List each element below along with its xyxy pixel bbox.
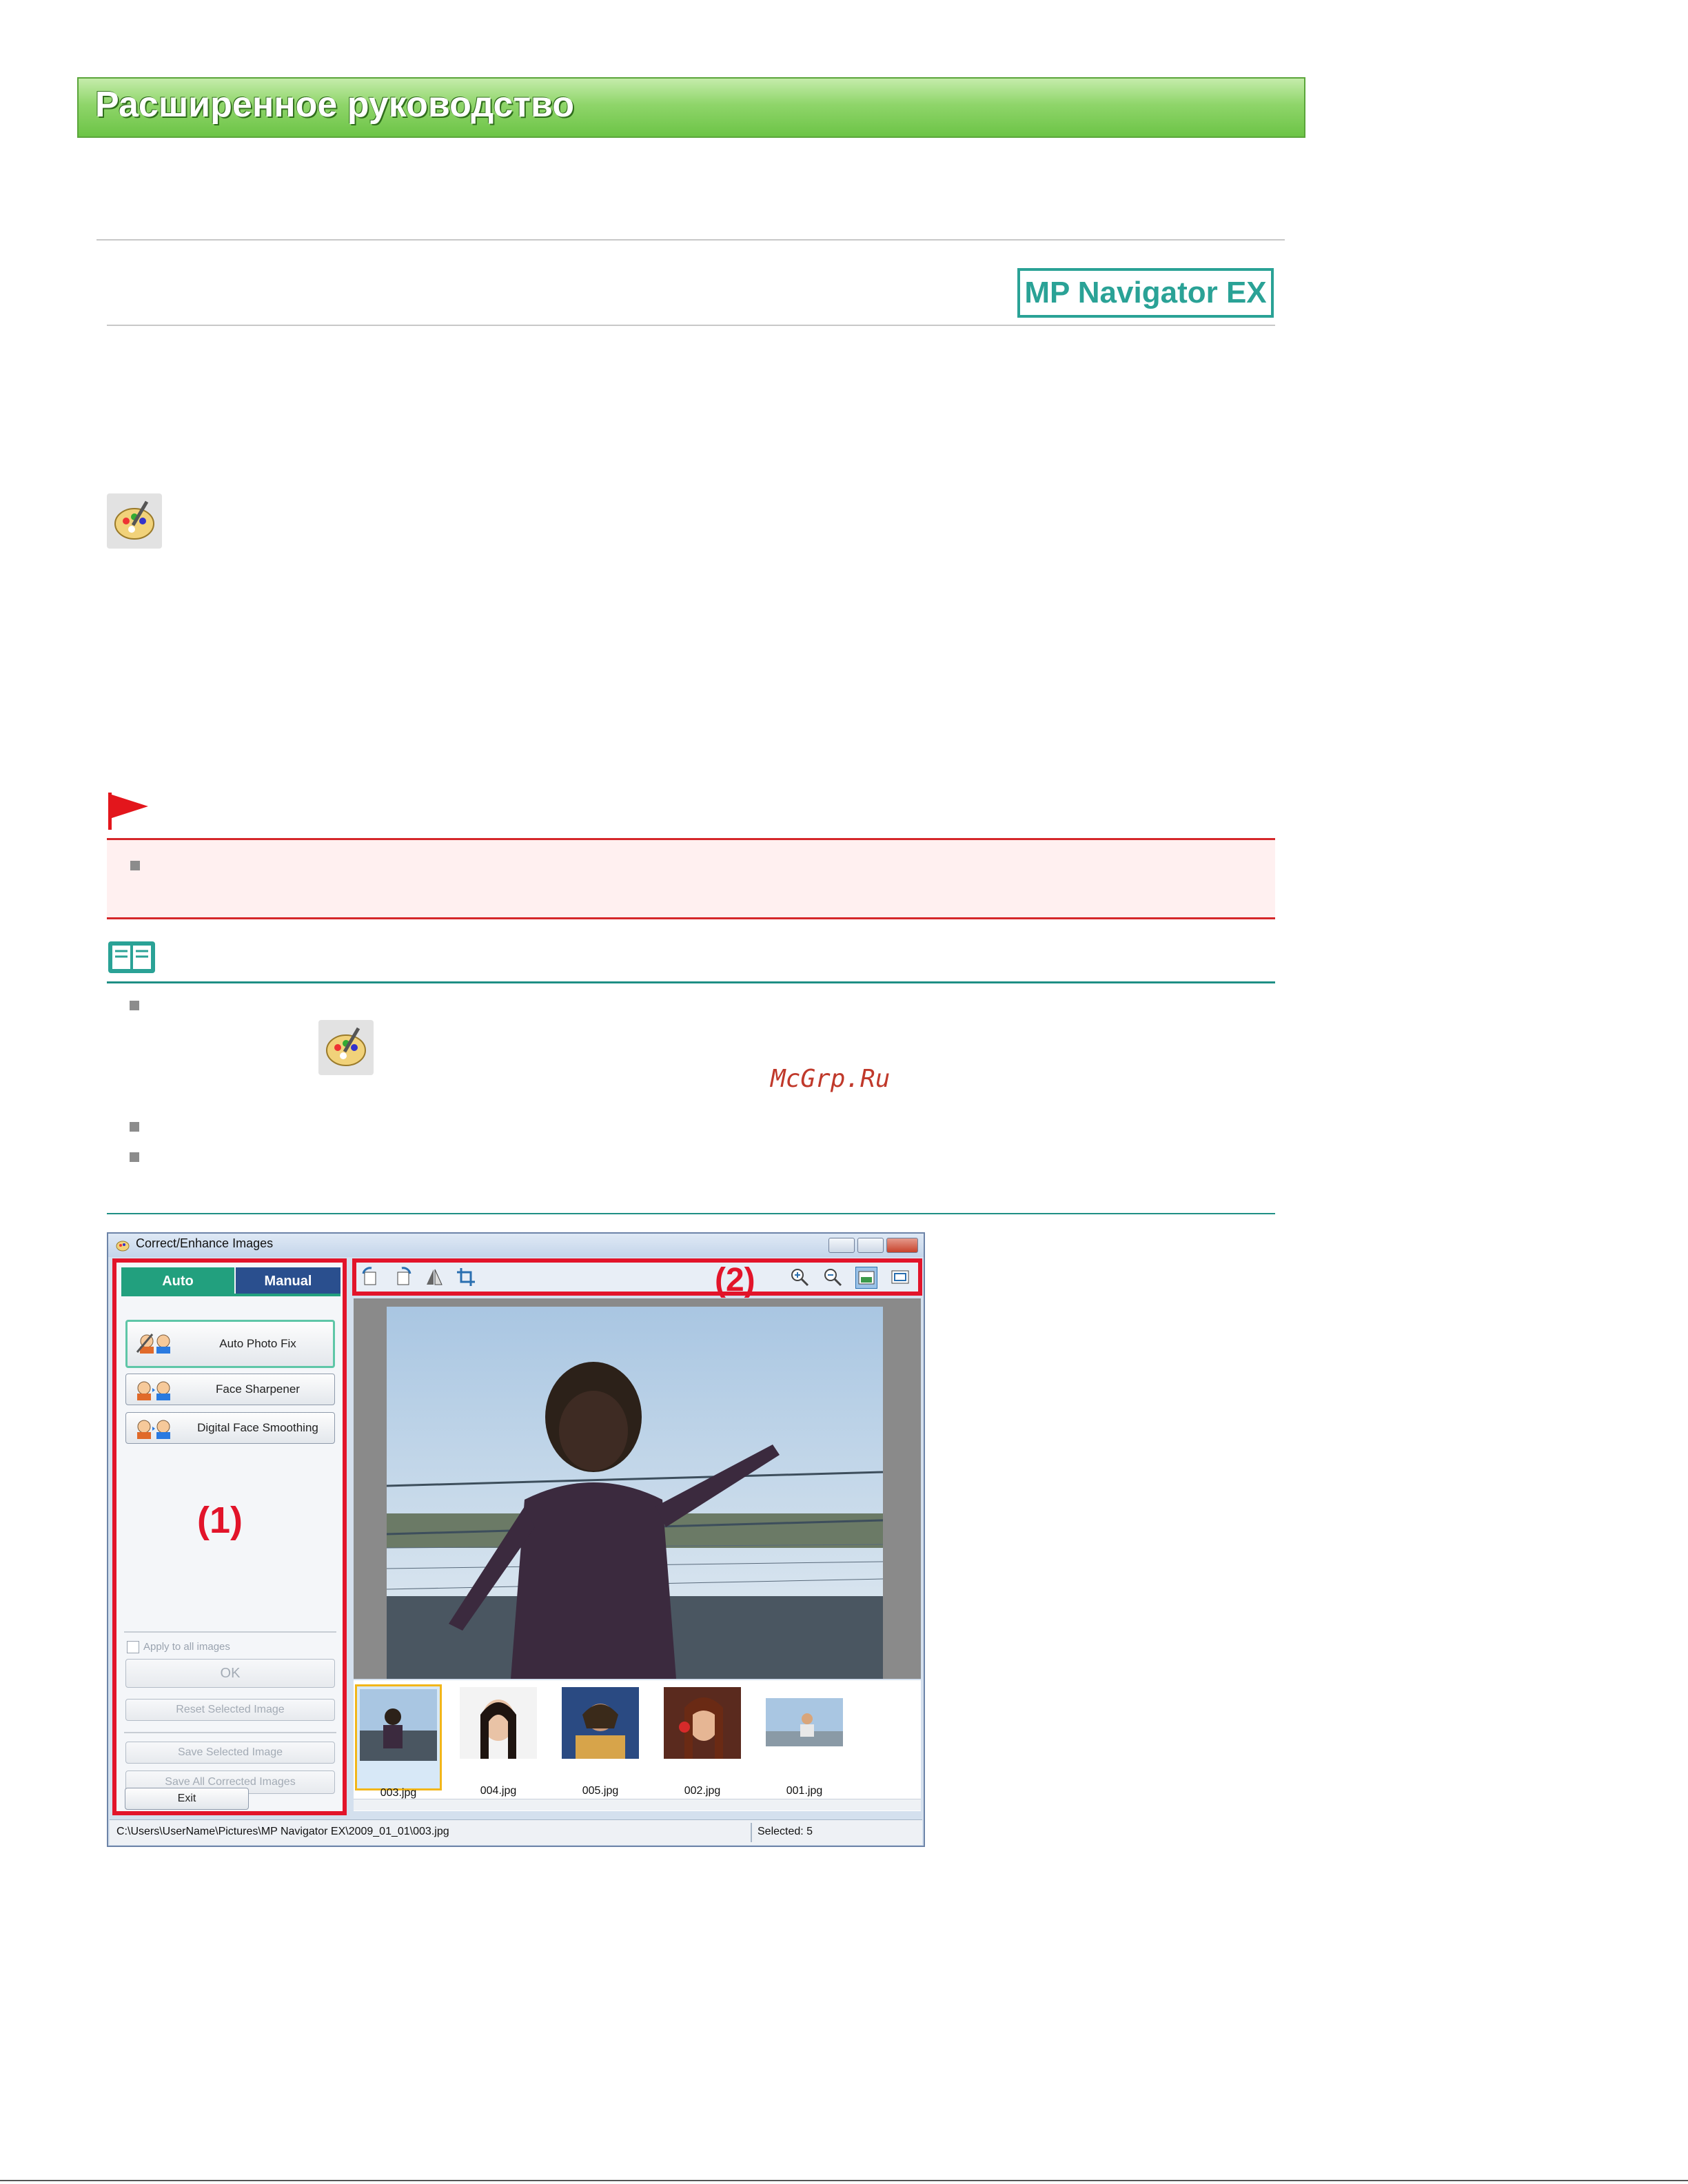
status-divider	[751, 1823, 752, 1842]
horizontal-scrollbar[interactable]	[354, 1799, 921, 1810]
note-divider	[107, 981, 1275, 983]
watermark: McGrp.Ru	[771, 1065, 891, 1093]
red-flag-icon	[107, 791, 151, 830]
thumbnail[interactable]: 005.jpg	[559, 1684, 642, 1797]
thumbnail[interactable]: 003.jpg	[355, 1684, 442, 1799]
image-preview[interactable]	[354, 1298, 921, 1679]
thumbnail-image	[460, 1687, 537, 1759]
thumbnail-name: 001.jpg	[786, 1785, 823, 1797]
bullet	[130, 861, 140, 870]
status-bar: C:\Users\UserName\Pictures\MP Navigator …	[110, 1819, 922, 1845]
thumbnail-name: 005.jpg	[582, 1785, 619, 1797]
window-title: Correct/Enhance Images	[136, 1236, 274, 1250]
thumbnail[interactable]: 004.jpg	[457, 1684, 540, 1797]
maximize-button[interactable]	[857, 1238, 884, 1253]
bullet	[130, 1122, 139, 1132]
close-button[interactable]	[886, 1238, 918, 1253]
page-title: Расширенное руководство	[95, 85, 574, 125]
callout-box-2	[352, 1258, 922, 1296]
status-selected: Selected: 5	[757, 1826, 813, 1837]
thumbnail-strip: 003.jpg 004.jpg 005.jpg 002.jpg 001.jpg	[354, 1680, 921, 1811]
status-path: C:\Users\UserName\Pictures\MP Navigator …	[116, 1826, 449, 1837]
thumbnail-image	[664, 1687, 741, 1759]
brand-label: MP Navigator EX	[1024, 276, 1267, 309]
thumbnail-name: 003.jpg	[380, 1787, 417, 1799]
divider	[96, 239, 1285, 241]
thumbnail-image	[360, 1689, 437, 1761]
divider	[107, 325, 1275, 326]
note-divider	[107, 1213, 1275, 1214]
app-icon	[115, 1238, 130, 1253]
minimize-button[interactable]	[828, 1238, 855, 1253]
thumbnail[interactable]: 001.jpg	[763, 1684, 846, 1797]
thumbnail-name: 002.jpg	[684, 1785, 721, 1797]
thumbnail-name: 004.jpg	[480, 1785, 517, 1797]
window-titlebar[interactable]: Correct/Enhance Images	[108, 1234, 924, 1257]
page-bottom-rule	[0, 2180, 1688, 2181]
thumbnail[interactable]: 002.jpg	[661, 1684, 744, 1797]
brand-badge: MP Navigator EX	[1017, 268, 1274, 318]
correct-enhance-window: Correct/Enhance Images Auto Manual Auto …	[107, 1232, 925, 1847]
palette-brush-icon	[107, 493, 162, 549]
thumbnail-image	[766, 1687, 843, 1759]
bullet	[130, 1001, 139, 1010]
callout-box-1	[112, 1258, 347, 1815]
bullet	[130, 1152, 139, 1162]
header-banner: Расширенное руководство	[77, 77, 1305, 138]
important-box	[107, 838, 1275, 919]
thumbnail-image	[562, 1687, 639, 1759]
preview-photo	[387, 1307, 883, 1679]
open-book-icon	[107, 939, 156, 976]
palette-brush-icon	[318, 1020, 374, 1075]
